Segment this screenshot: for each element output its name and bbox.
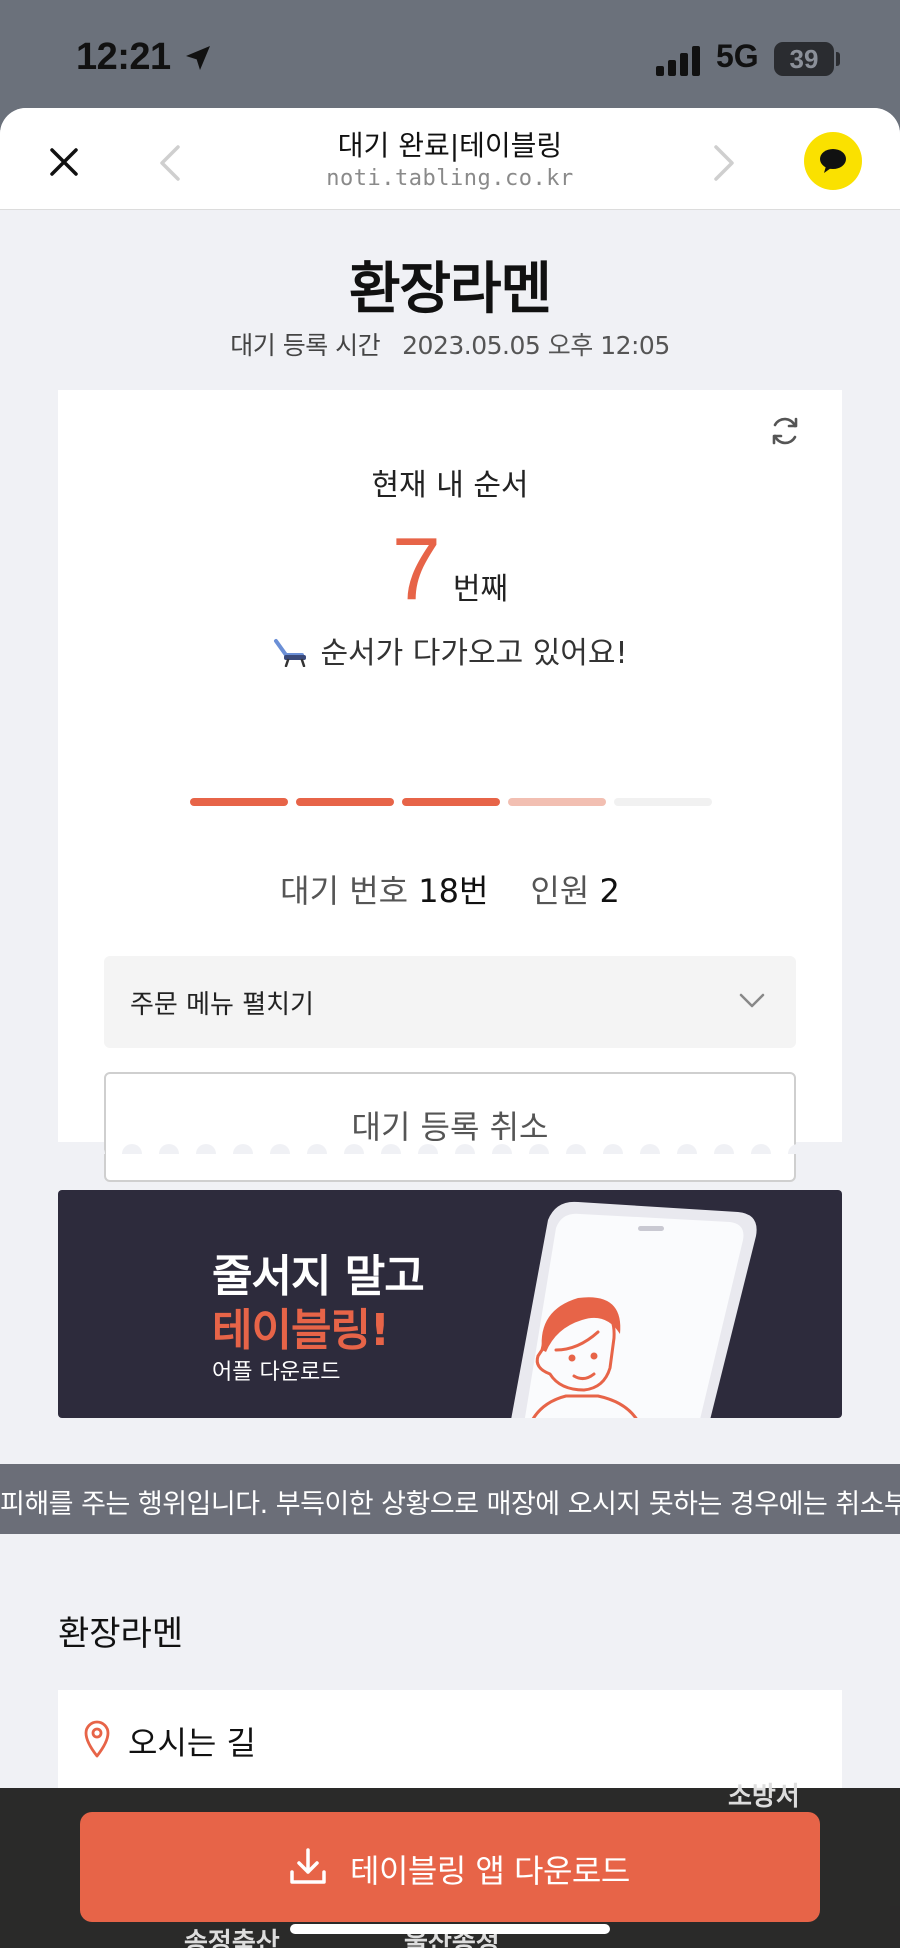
location-section-title: 환장라멘 (58, 1614, 184, 1654)
order-menu-label: 주문 메뉴 펼치기 (130, 990, 314, 1020)
page-title: 대기 완료|테이블링 (337, 129, 563, 162)
registration-time: 대기 등록 시간 2023.05.05 오후 12:05 (0, 326, 900, 362)
chevron-down-icon (739, 993, 765, 1008)
chair-icon (274, 639, 307, 667)
chevron-left-icon[interactable] (154, 142, 186, 184)
directions-card[interactable]: 오시는 길 (58, 1690, 842, 1790)
progress-step-5 (614, 798, 712, 806)
battery-tip (836, 52, 840, 66)
map-label: 소방서 (728, 1782, 800, 1812)
battery-icon: 39 (774, 42, 834, 76)
kakao-share-button[interactable] (804, 132, 862, 190)
progress-step-2 (296, 798, 394, 806)
status-time: 12:21 (76, 36, 171, 78)
download-icon (290, 1848, 326, 1884)
queue-card: 현재 내 순서 7 번째 순서가 다가오고 있어요! 대기 번호 18번 인원 2 … (58, 390, 842, 1182)
wait-info: 대기 번호 18번 인원 2 (58, 866, 842, 912)
queue-position-unit: 번째 (452, 572, 509, 607)
notice-text: 피해를 주는 행위입니다. 부득이한 상황으로 매장에 오시지 못하는 경우에는… (0, 1489, 900, 1520)
location-arrow-icon (186, 46, 210, 70)
chevron-right-icon[interactable] (708, 142, 740, 184)
signal-icon (656, 46, 700, 76)
browser-header: 대기 완료|테이블링 noti.tabling.co.kr (0, 108, 900, 210)
party-label: 인원 (530, 872, 590, 910)
progress-step-3 (402, 798, 500, 806)
wait-number-label: 대기 번호 (280, 872, 409, 910)
cancel-waiting-button[interactable]: 대기 등록 취소 (104, 1072, 796, 1182)
kakao-chat-icon (820, 149, 846, 173)
progress-step-4 (508, 798, 606, 806)
app-download-button[interactable]: 테이블링 앱 다운로드 (80, 1812, 820, 1922)
home-indicator[interactable] (290, 1924, 610, 1934)
banner-brand: 테이블링! (212, 1305, 390, 1356)
queue-position: 7 번째 (58, 518, 842, 620)
page-url: noti.tabling.co.kr (326, 166, 574, 191)
store-name: 환장라멘 (348, 257, 552, 322)
queue-message-text: 순서가 다가오고 있어요! (320, 636, 628, 671)
directions-label: 오시는 길 (128, 1724, 256, 1762)
network-type: 5G (716, 38, 759, 74)
registration-value: 2023.05.05 오후 12:05 (402, 331, 670, 360)
queue-message: 순서가 다가오고 있어요! (58, 628, 842, 672)
order-menu-toggle[interactable]: 주문 메뉴 펼치기 (104, 956, 796, 1048)
banner-subtitle: 어플 다운로드 (212, 1360, 341, 1385)
status-bar: 12:21 5G 39 (0, 0, 900, 110)
queue-label: 현재 내 순서 (371, 468, 529, 503)
refresh-icon[interactable] (768, 414, 802, 448)
queue-progress (190, 798, 712, 806)
ticket-edge (85, 1144, 808, 1154)
download-label: 테이블링 앱 다운로드 (350, 1852, 630, 1890)
queue-position-number: 7 (391, 519, 441, 618)
notice-marquee: 피해를 주는 행위입니다. 부득이한 상황으로 매장에 오시지 못하는 경우에는… (0, 1464, 900, 1534)
progress-step-1 (190, 798, 288, 806)
map-label: 송정축산 (184, 1928, 280, 1948)
party-value: 2 (599, 872, 620, 910)
app-promo-banner[interactable]: 줄서지 말고 테이블링! 어플 다운로드 (58, 1190, 842, 1418)
wait-number-value: 18번 (418, 872, 489, 910)
webview-sheet: 대기 완료|테이블링 noti.tabling.co.kr 환장라멘 대기 등록… (0, 108, 900, 1948)
phone-illustration (511, 1201, 757, 1418)
registration-label: 대기 등록 시간 (230, 331, 381, 360)
close-icon[interactable] (40, 138, 88, 186)
map-pin-icon (84, 1720, 110, 1758)
